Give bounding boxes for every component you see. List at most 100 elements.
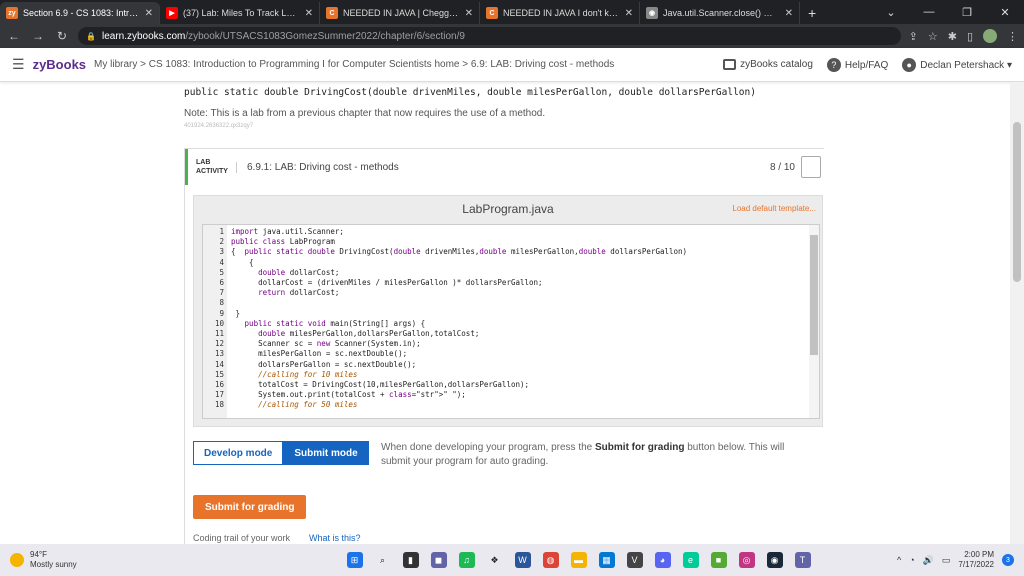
browser-tab[interactable]: ▶ (37) Lab: Miles To Track Laps - Yo ✕ [160, 2, 320, 24]
what-is-this-link[interactable]: What is this? [309, 533, 361, 543]
mode-help-text: When done developing your program, press… [381, 441, 811, 469]
toolbar-icons: ⇪ ☆ ✱ ▯ ⋮ [909, 29, 1018, 43]
menu-kebab-icon[interactable]: ⋮ [1007, 30, 1018, 43]
spotify-icon[interactable]: ♫ [458, 552, 475, 568]
reload-icon[interactable]: ↻ [54, 29, 70, 43]
notification-badge[interactable]: 3 [1002, 554, 1014, 566]
page-scrollbar[interactable] [1010, 82, 1024, 544]
mode-help-pre: When done developing your program, press… [381, 442, 596, 453]
editor-scroll-thumb[interactable] [810, 235, 818, 355]
file-explorer-icon[interactable]: ▬ [570, 552, 587, 568]
tab-close-icon[interactable]: ✕ [625, 8, 633, 19]
submit-for-grading-button[interactable]: Submit for grading [193, 495, 307, 519]
weather-desc: Mostly sunny [30, 560, 77, 569]
tab-favicon-icon: ◉ [646, 7, 658, 19]
help-link[interactable]: ? Help/FAQ [826, 57, 889, 72]
bookmark-star-icon[interactable]: ☆ [928, 30, 938, 43]
chrome-icon[interactable]: ◍ [542, 552, 559, 568]
close-window-icon[interactable]: ✕ [986, 0, 1024, 24]
tab-close-icon[interactable]: ✕ [305, 8, 313, 19]
edge-icon[interactable]: e [682, 552, 699, 568]
editor-container: LabProgram.java Load default template...… [193, 195, 823, 427]
tab-strip: zy Section 6.9 - CS 1083: Introductio ✕ ▶ (3… [0, 2, 800, 24]
browser-tab[interactable]: zy Section 6.9 - CS 1083: Introductio ✕ [0, 2, 160, 24]
dropbox-icon[interactable]: ❖ [487, 552, 503, 568]
weather-widget[interactable]: 94°F Mostly sunny [0, 550, 200, 570]
load-default-template-link[interactable]: Load default template... [732, 204, 816, 213]
tab-favicon-icon: C [326, 7, 338, 19]
tray-overflow-icon[interactable]: ^ [897, 555, 901, 565]
clock-date: 7/17/2022 [958, 560, 994, 569]
lab-label-line2: ACTIVITY [196, 168, 228, 175]
header-right: zyBooks catalog ? Help/FAQ ● Declan Peters… [723, 57, 1012, 72]
catalog-link[interactable]: zyBooks catalog [723, 58, 813, 70]
tab-title: (37) Lab: Miles To Track Laps - Yo [183, 8, 300, 18]
teams-icon[interactable]: T [794, 552, 811, 568]
code-editor[interactable]: 1 2 3 4 5 6 7 8 9 10 11 12 13 14 15 16 1… [202, 224, 820, 419]
lab-header: LAB ACTIVITY 6.9.1: LAB: Driving cost - … [185, 149, 824, 185]
tab-close-icon[interactable]: ✕ [145, 8, 153, 19]
submit-mode-button[interactable]: Submit mode [283, 441, 369, 465]
tab-title: Section 6.9 - CS 1083: Introductio [23, 8, 140, 18]
url-host: learn.zybooks.com [101, 30, 186, 42]
extensions-icon[interactable]: ✱ [948, 30, 957, 43]
weather-temp: 94°F [30, 550, 47, 559]
search-icon[interactable]: ⌕ [375, 552, 391, 568]
browser-tab-bar: zy Section 6.9 - CS 1083: Introductio ✕ ▶ (3… [0, 0, 1024, 24]
method-signature: public static double DrivingCost(double … [184, 87, 756, 98]
word-icon[interactable]: W [514, 552, 531, 568]
help-label: Help/FAQ [844, 59, 889, 71]
zybooks-header: ☰ zyBooks My library > CS 1083: Introduc… [0, 48, 1024, 82]
windows-start-icon[interactable]: ⊞ [346, 552, 363, 568]
share-icon[interactable]: ⇪ [909, 30, 918, 43]
code-text[interactable]: import java.util.Scanner; public class L… [227, 225, 819, 418]
tab-close-icon[interactable]: ✕ [785, 8, 793, 19]
tab-title: Java.util.Scanner.close() Method [663, 8, 780, 18]
discord-icon[interactable]: ◕ [654, 552, 671, 568]
tab-close-icon[interactable]: ✕ [465, 8, 473, 19]
address-bar-row: ← → ↻ 🔒 learn.zybooks.com/zybook/UTSACS1… [0, 24, 1024, 48]
tab-favicon-icon: zy [6, 7, 18, 19]
browser-tab[interactable]: C NEEDED IN JAVA | Chegg.com ✕ [320, 2, 480, 24]
window-controls: ⌄ — ❐ ✕ [872, 0, 1024, 24]
volume-icon[interactable]: 🔊 [923, 555, 934, 566]
clock-time: 2:00 PM [964, 550, 994, 559]
wifi-icon[interactable]: ◔ [909, 555, 914, 565]
tab-search-icon[interactable]: ⌄ [872, 0, 910, 24]
user-menu[interactable]: ● Declan Petershack ▾ [902, 57, 1012, 72]
user-icon: ● [902, 57, 917, 72]
restore-icon[interactable]: ❐ [948, 0, 986, 24]
profile-avatar[interactable] [983, 29, 997, 43]
vpn-icon[interactable]: V [626, 552, 643, 568]
minecraft-icon[interactable]: ■ [710, 552, 727, 568]
editor-scrollbar[interactable] [809, 225, 819, 418]
chat-icon[interactable]: ◼ [430, 552, 447, 568]
browser-tab[interactable]: C NEEDED IN JAVA I don't know wh ✕ [480, 2, 640, 24]
zybooks-logo[interactable]: zyBooks [33, 57, 86, 72]
forward-icon[interactable]: → [30, 29, 46, 43]
new-tab-button[interactable]: + [800, 2, 824, 24]
main-content: public static double DrivingCost(double … [184, 82, 824, 544]
back-icon[interactable]: ← [6, 29, 22, 43]
steam-icon[interactable]: ◉ [766, 552, 783, 568]
browser-tab[interactable]: ◉ Java.util.Scanner.close() Method ✕ [640, 2, 800, 24]
hamburger-menu-icon[interactable]: ☰ [12, 56, 25, 73]
battery-icon[interactable]: ▭ [942, 555, 951, 566]
completion-box [801, 156, 821, 178]
sun-icon [10, 553, 24, 567]
minimize-icon[interactable]: — [910, 0, 948, 24]
lab-label-line1: LAB [196, 159, 211, 166]
lab-activity-label: LAB ACTIVITY [196, 158, 236, 176]
store-icon[interactable]: ▦ [598, 552, 615, 568]
url-bar[interactable]: 🔒 learn.zybooks.com/zybook/UTSACS1083Gom… [78, 27, 901, 45]
page-scroll-thumb[interactable] [1013, 122, 1021, 282]
clock[interactable]: 2:00 PM 7/17/2022 [958, 550, 994, 570]
develop-mode-button[interactable]: Develop mode [193, 441, 284, 465]
weather-text: 94°F Mostly sunny [30, 550, 77, 570]
lab-activity-card: LAB ACTIVITY 6.9.1: LAB: Driving cost - … [184, 148, 824, 544]
instagram-icon[interactable]: ◎ [738, 552, 755, 568]
task-view-icon[interactable]: ▮ [402, 552, 419, 568]
lab-note: Note: This is a lab from a previous chap… [184, 108, 546, 119]
breadcrumb[interactable]: My library > CS 1083: Introduction to Pr… [94, 59, 715, 70]
sidepanel-icon[interactable]: ▯ [967, 30, 973, 43]
